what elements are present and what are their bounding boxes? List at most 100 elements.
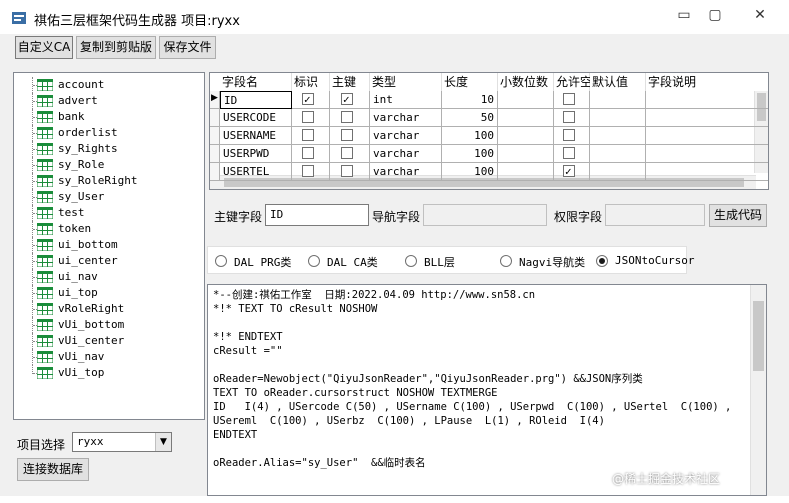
code-vertical-scrollbar[interactable]	[750, 285, 766, 495]
nav-field-input[interactable]	[423, 204, 547, 226]
default-cell[interactable]	[590, 91, 646, 109]
decimals-cell[interactable]	[498, 109, 554, 127]
primary-key-checkbox[interactable]	[341, 165, 353, 177]
tree-item[interactable]: ui_nav	[14, 269, 204, 285]
row-header[interactable]	[210, 145, 220, 163]
tree-item[interactable]: vRoleRight	[14, 301, 204, 317]
column-header[interactable]: 字段说明	[646, 73, 768, 91]
decimals-cell[interactable]	[498, 91, 554, 109]
allow-null-checkbox[interactable]	[563, 163, 575, 180]
radio-dot[interactable]	[596, 255, 608, 267]
description-cell[interactable]	[646, 109, 768, 127]
perm-field-input[interactable]	[605, 204, 705, 226]
tree-item[interactable]: ui_bottom	[14, 237, 204, 253]
tree-item[interactable]: ui_center	[14, 253, 204, 269]
decimals-cell[interactable]	[498, 163, 554, 181]
identity-checkbox[interactable]	[302, 91, 314, 108]
tree-item[interactable]: orderlist	[14, 125, 204, 141]
length-cell[interactable]: 100	[442, 127, 498, 145]
description-cell[interactable]	[646, 163, 768, 181]
table-tree[interactable]: account advert bank orderlist sy_Rights sy_Ro…	[13, 72, 205, 420]
default-cell[interactable]	[590, 109, 646, 127]
close-icon[interactable]: ✕	[746, 4, 774, 26]
identity-checkbox[interactable]	[302, 147, 314, 159]
identity-cell[interactable]	[292, 163, 330, 181]
tree-item[interactable]: sy_RoleRight	[14, 173, 204, 189]
column-header[interactable]: 标识	[292, 73, 330, 91]
code-output[interactable]: *--创建:祺佑工作室 日期:2022.04.09 http://www.sn5…	[207, 284, 767, 496]
pk-field-input[interactable]: ID	[265, 204, 369, 226]
primary-key-cell[interactable]	[330, 127, 370, 145]
type-cell[interactable]: int	[370, 91, 442, 109]
primary-key-checkbox[interactable]	[341, 147, 353, 159]
field-grid[interactable]: 字段名标识主键类型长度小数位数允许空默认值字段说明 ▶ID int10 USERCOD…	[209, 72, 769, 190]
allow-null-checkbox[interactable]	[563, 129, 575, 141]
tree-item[interactable]: test	[14, 205, 204, 221]
row-header[interactable]	[210, 163, 220, 181]
field-name-cell[interactable]: ID	[220, 91, 292, 109]
project-select[interactable]: ryxx ▼	[72, 432, 172, 452]
allow-null-cell[interactable]	[554, 145, 590, 163]
radio-dot[interactable]	[405, 255, 417, 267]
primary-key-checkbox[interactable]	[341, 129, 353, 141]
identity-cell[interactable]	[292, 109, 330, 127]
primary-key-cell[interactable]	[330, 109, 370, 127]
tree-item[interactable]: token	[14, 221, 204, 237]
decimals-cell[interactable]	[498, 127, 554, 145]
scroll-thumb[interactable]	[753, 301, 764, 371]
allow-null-checkbox[interactable]	[563, 111, 575, 123]
identity-checkbox[interactable]	[302, 129, 314, 141]
description-cell[interactable]	[646, 91, 768, 109]
save-file-button[interactable]: 保存文件	[159, 36, 216, 59]
primary-key-checkbox[interactable]	[341, 91, 353, 108]
column-header[interactable]: 允许空	[554, 73, 592, 91]
column-header[interactable]: 长度	[442, 73, 498, 91]
length-cell[interactable]: 100	[442, 145, 498, 163]
length-cell[interactable]: 10	[442, 91, 498, 109]
chevron-down-icon[interactable]: ▼	[155, 433, 171, 451]
length-cell[interactable]: 100	[442, 163, 498, 181]
column-header[interactable]: 类型	[370, 73, 442, 91]
type-cell[interactable]: varchar	[370, 127, 442, 145]
allow-null-cell[interactable]	[554, 127, 590, 145]
tree-item[interactable]: advert	[14, 93, 204, 109]
radio-dot[interactable]	[500, 255, 512, 267]
primary-key-checkbox[interactable]	[341, 111, 353, 123]
field-name-cell[interactable]: USERCODE	[220, 109, 292, 127]
identity-cell[interactable]	[292, 91, 330, 109]
copy-to-clipboard-button[interactable]: 复制到剪贴版	[76, 36, 156, 59]
primary-key-cell[interactable]	[330, 163, 370, 181]
allow-null-cell[interactable]	[554, 163, 590, 181]
field-name-cell[interactable]: USERNAME	[220, 127, 292, 145]
type-cell[interactable]: varchar	[370, 163, 442, 181]
field-name-cell[interactable]: USERPWD	[220, 145, 292, 163]
maximize-icon[interactable]: ▢	[701, 4, 729, 26]
default-cell[interactable]	[590, 127, 646, 145]
custom-ca-button[interactable]: 自定义CA	[15, 36, 73, 59]
column-header[interactable]: 字段名	[220, 73, 292, 91]
allow-null-cell[interactable]	[554, 109, 590, 127]
field-name-cell[interactable]: USERTEL	[220, 163, 292, 181]
row-header[interactable]: ▶	[210, 91, 220, 109]
row-header[interactable]	[210, 127, 220, 145]
tree-item[interactable]: bank	[14, 109, 204, 125]
default-cell[interactable]	[590, 163, 646, 181]
tree-item[interactable]: vUi_top	[14, 365, 204, 381]
row-header[interactable]	[210, 109, 220, 127]
column-header[interactable]: 主键	[330, 73, 370, 91]
identity-checkbox[interactable]	[302, 165, 314, 177]
tree-item[interactable]: sy_Role	[14, 157, 204, 173]
primary-key-cell[interactable]	[330, 145, 370, 163]
connect-db-button[interactable]: 连接数据库	[17, 458, 89, 481]
tree-item[interactable]: account	[14, 77, 204, 93]
length-cell[interactable]: 50	[442, 109, 498, 127]
radio-dot[interactable]	[308, 255, 320, 267]
type-cell[interactable]: varchar	[370, 109, 442, 127]
minimize-icon[interactable]: ▭	[670, 4, 698, 26]
identity-cell[interactable]	[292, 127, 330, 145]
tree-item[interactable]: sy_User	[14, 189, 204, 205]
tree-item[interactable]: sy_Rights	[14, 141, 204, 157]
column-header[interactable]: 小数位数	[498, 73, 554, 91]
radio-dot[interactable]	[215, 255, 227, 267]
column-header[interactable]: 默认值	[590, 73, 646, 91]
